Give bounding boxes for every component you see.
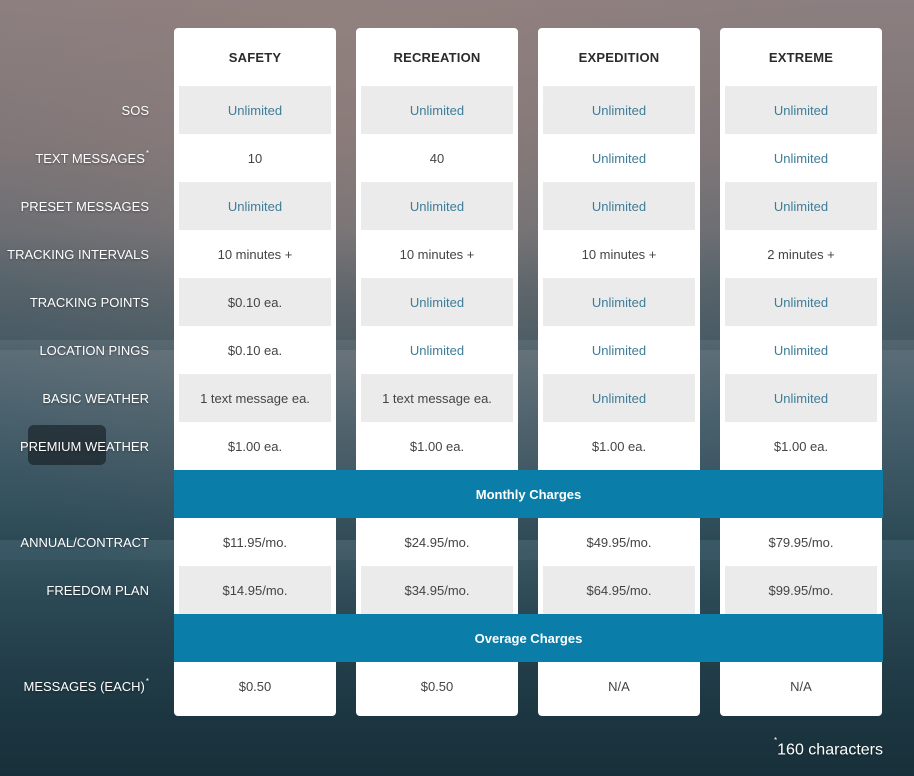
cell-safety-preset-messages: Unlimited bbox=[179, 182, 331, 230]
monthly-charges-band: Monthly Charges bbox=[174, 470, 883, 518]
row-label-text: TEXT MESSAGES bbox=[35, 150, 145, 166]
cell-extreme-preset-messages: Unlimited bbox=[725, 182, 877, 230]
cell-safety-basic-weather: 1 text message ea. bbox=[179, 374, 331, 422]
row-label-text: TRACKING POINTS bbox=[29, 294, 149, 310]
overage-charges-band: Overage Charges bbox=[174, 614, 883, 662]
row-label-text: LOCATION PINGS bbox=[39, 342, 149, 358]
cell-extreme-annual-contract: $79.95/mo. bbox=[768, 534, 834, 550]
cell-expedition-sos: Unlimited bbox=[543, 86, 695, 134]
cell-safety-text-messages: 10 bbox=[247, 150, 263, 166]
cell-safety-freedom-plan: $14.95/mo. bbox=[179, 566, 331, 614]
row-label-text: FREEDOM PLAN bbox=[46, 582, 149, 598]
cell-recreation-text-messages: 40 bbox=[429, 150, 445, 166]
cell-extreme-premium-weather: $1.00 ea. bbox=[773, 438, 829, 454]
cell-recreation-premium-weather: $1.00 ea. bbox=[409, 438, 465, 454]
cell-recreation-location-pings: Unlimited bbox=[409, 342, 465, 358]
cell-extreme-freedom-plan: $99.95/mo. bbox=[725, 566, 877, 614]
cell-expedition-premium-weather: $1.00 ea. bbox=[591, 438, 647, 454]
row-label-freedom-plan: FREEDOM PLAN bbox=[0, 566, 149, 614]
row-label-text: ANNUAL/CONTRACT bbox=[20, 534, 149, 550]
row-label-text: MESSAGES (EACH) bbox=[23, 678, 145, 694]
plan-header-extreme: EXTREME bbox=[768, 49, 834, 65]
cell-expedition-preset-messages: Unlimited bbox=[543, 182, 695, 230]
cell-extreme-text-messages: Unlimited bbox=[773, 150, 829, 166]
cell-extreme-tracking-points: Unlimited bbox=[725, 278, 877, 326]
cell-recreation-annual-contract: $24.95/mo. bbox=[404, 534, 470, 550]
footnote: *160 characters bbox=[773, 736, 883, 759]
cell-extreme-basic-weather: Unlimited bbox=[725, 374, 877, 422]
cell-safety-location-pings: $0.10 ea. bbox=[227, 342, 283, 358]
cell-safety-sos: Unlimited bbox=[179, 86, 331, 134]
cell-expedition-messages-each: N/A bbox=[608, 678, 630, 694]
row-label-annual-contract: ANNUAL/CONTRACT bbox=[0, 518, 149, 566]
row-label-preset-messages: PRESET MESSAGES bbox=[0, 182, 149, 230]
cell-safety-annual-contract: $11.95/mo. bbox=[222, 534, 288, 550]
cell-recreation-freedom-plan: $34.95/mo. bbox=[361, 566, 513, 614]
footnote-mark: * bbox=[774, 736, 778, 745]
cell-extreme-tracking-intervals: 2 minutes + bbox=[767, 246, 835, 262]
row-label-location-pings: LOCATION PINGS bbox=[0, 326, 149, 374]
cell-recreation-messages-each: $0.50 bbox=[420, 678, 454, 694]
plan-header-expedition: EXPEDITION bbox=[578, 49, 660, 65]
row-label-tracking-points: TRACKING POINTS bbox=[0, 278, 149, 326]
row-label-sos: SOS bbox=[0, 86, 149, 134]
plan-header-recreation: RECREATION bbox=[393, 49, 481, 65]
cell-expedition-basic-weather: Unlimited bbox=[543, 374, 695, 422]
cell-expedition-freedom-plan: $64.95/mo. bbox=[543, 566, 695, 614]
cell-recreation-preset-messages: Unlimited bbox=[361, 182, 513, 230]
row-label-text: SOS bbox=[121, 102, 149, 118]
cell-recreation-tracking-intervals: 10 minutes + bbox=[399, 246, 475, 262]
row-label-basic-weather: BASIC WEATHER bbox=[0, 374, 149, 422]
row-label-text: TRACKING INTERVALS bbox=[7, 246, 149, 262]
cell-expedition-annual-contract: $49.95/mo. bbox=[586, 534, 652, 550]
row-label-messages-each: MESSAGES (EACH) * bbox=[0, 662, 149, 710]
cell-safety-tracking-intervals: 10 minutes + bbox=[217, 246, 293, 262]
cell-expedition-text-messages: Unlimited bbox=[591, 150, 647, 166]
cell-safety-tracking-points: $0.10 ea. bbox=[179, 278, 331, 326]
cell-expedition-tracking-intervals: 10 minutes + bbox=[581, 246, 657, 262]
cell-extreme-sos: Unlimited bbox=[725, 86, 877, 134]
cell-recreation-basic-weather: 1 text message ea. bbox=[361, 374, 513, 422]
cell-expedition-location-pings: Unlimited bbox=[591, 342, 647, 358]
cell-recreation-sos: Unlimited bbox=[361, 86, 513, 134]
cell-extreme-messages-each: N/A bbox=[790, 678, 812, 694]
cell-extreme-location-pings: Unlimited bbox=[773, 342, 829, 358]
row-label-text: PREMIUM WEATHER bbox=[19, 438, 149, 454]
row-label-text-messages: TEXT MESSAGES * bbox=[0, 134, 149, 182]
cell-safety-premium-weather: $1.00 ea. bbox=[227, 438, 283, 454]
cell-recreation-tracking-points: Unlimited bbox=[361, 278, 513, 326]
row-label-premium-weather: PREMIUM WEATHER bbox=[0, 422, 149, 470]
cell-safety-messages-each: $0.50 bbox=[238, 678, 272, 694]
row-label-text: PRESET MESSAGES bbox=[20, 198, 149, 214]
footnote-marker: * bbox=[145, 676, 149, 686]
footnote-text: 160 characters bbox=[777, 741, 883, 759]
plan-header-safety: SAFETY bbox=[228, 49, 282, 65]
cell-expedition-tracking-points: Unlimited bbox=[543, 278, 695, 326]
row-label-tracking-intervals: TRACKING INTERVALS bbox=[0, 230, 149, 278]
row-label-text: BASIC WEATHER bbox=[42, 390, 149, 406]
footnote-marker: * bbox=[145, 148, 149, 158]
